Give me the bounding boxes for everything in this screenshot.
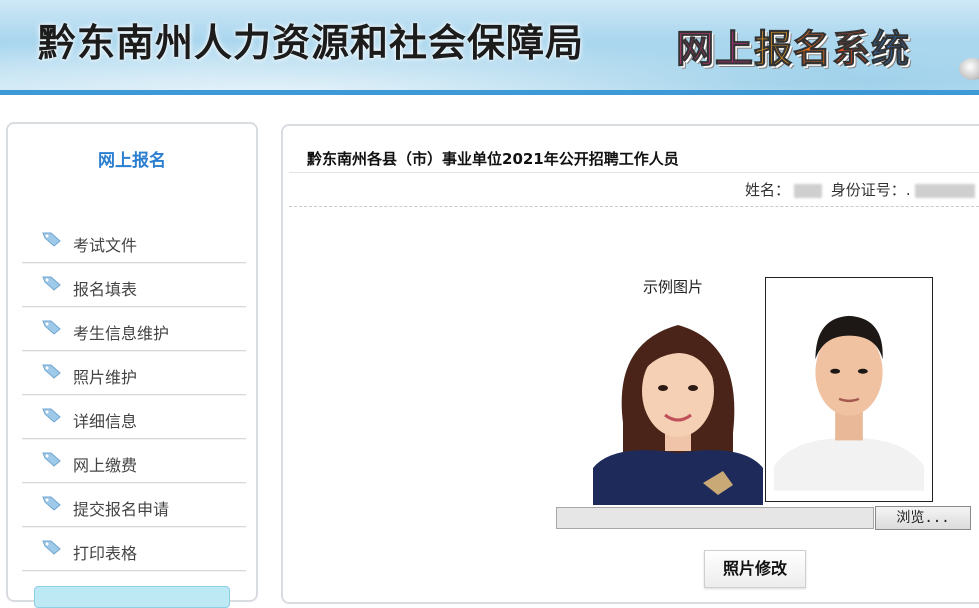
- system-char-3: 报: [754, 27, 794, 72]
- sidebar-bottom-button[interactable]: [34, 586, 230, 608]
- page-title: 黔东南州各县（市）事业单位2021年公开招聘工作人员: [307, 150, 679, 168]
- sidebar-item-label: 照片维护: [73, 368, 138, 387]
- tag-icon: [42, 320, 61, 335]
- sidebar-item-exam-files[interactable]: 考试文件: [22, 220, 246, 263]
- tag-icon: [42, 540, 61, 555]
- tag-icon: [42, 276, 61, 291]
- main-panel: 黔东南州各县（市）事业单位2021年公开招聘工作人员 姓名： 身份证号：. 示例…: [281, 124, 979, 604]
- sidebar-item-payment[interactable]: 网上缴费: [22, 440, 246, 483]
- tag-icon: [42, 408, 61, 423]
- id-prefix: .: [905, 181, 911, 199]
- file-path-input[interactable]: [556, 507, 874, 529]
- photo-modify-button[interactable]: 照片修改: [704, 550, 806, 588]
- title-divider: [289, 172, 979, 173]
- system-char-1: 网: [675, 27, 716, 72]
- sidebar-item-details[interactable]: 详细信息: [22, 396, 246, 439]
- dashed-divider: [289, 206, 979, 207]
- tag-icon: [42, 496, 61, 511]
- tag-icon: [42, 232, 61, 247]
- sidebar-item-submit-application[interactable]: 提交报名申请: [22, 484, 246, 527]
- header-divider: [0, 90, 979, 95]
- sample-photo: [593, 303, 763, 505]
- system-char-2: 上: [715, 27, 755, 72]
- sidebar-item-print-form[interactable]: 打印表格: [22, 528, 246, 571]
- system-char-4: 名: [793, 27, 833, 72]
- name-label: 姓名：: [745, 181, 791, 199]
- sidebar-title: 网上报名: [98, 151, 166, 171]
- redacted-id: [914, 183, 975, 198]
- sample-photo-caption: 示例图片: [643, 278, 704, 296]
- sidebar: 网上报名 考试文件 报名填表 考生信息维护 照片维护 详细信息 网上缴费 提交报…: [6, 122, 258, 608]
- user-info: 姓名： 身份证号：.: [745, 179, 979, 200]
- system-char-5: 系: [832, 27, 872, 72]
- tag-icon: [42, 452, 61, 467]
- system-name: 网上报名系统: [675, 18, 911, 73]
- sidebar-item-label: 详细信息: [73, 412, 138, 431]
- sidebar-item-candidate-info[interactable]: 考生信息维护: [22, 308, 246, 351]
- banner-decoration: [959, 58, 979, 80]
- sidebar-item-photo[interactable]: 照片维护: [22, 352, 246, 395]
- redacted-name: [794, 183, 823, 198]
- sidebar-item-label: 报名填表: [73, 280, 138, 299]
- browse-button[interactable]: 浏览...: [875, 506, 971, 530]
- header-banner: 黔东南州人力资源和社会保障局 网上报名系统: [0, 0, 979, 90]
- sidebar-item-label: 考生信息维护: [73, 324, 170, 343]
- sidebar-item-label: 考试文件: [73, 236, 138, 255]
- sidebar-item-label: 提交报名申请: [73, 500, 170, 519]
- sidebar-item-label: 网上缴费: [73, 456, 138, 475]
- sidebar-item-registration-form[interactable]: 报名填表: [22, 264, 246, 307]
- header-title: 黔东南州人力资源和社会保障局: [38, 21, 585, 65]
- sidebar-item-label: 打印表格: [73, 544, 138, 563]
- system-char-6: 统: [871, 27, 911, 72]
- tag-icon: [42, 364, 61, 379]
- id-label: 身份证号：: [830, 181, 906, 199]
- user-photo: [765, 277, 933, 502]
- notice-text-clipped: [305, 588, 979, 594]
